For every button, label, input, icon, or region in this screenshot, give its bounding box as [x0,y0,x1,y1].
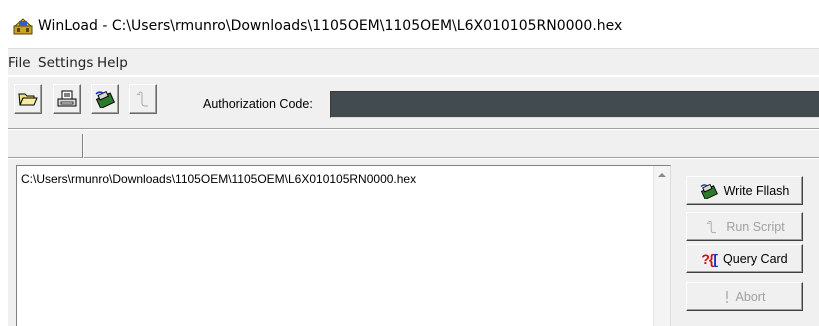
open-folder-icon [18,93,38,106]
query-card-button[interactable]: ?{[ Query Card [686,244,803,273]
open-button[interactable] [14,84,42,114]
arrow-up-icon [658,172,666,177]
tab-strip [8,130,819,158]
run-script-button[interactable] [129,84,157,114]
authorization-code-label: Authorization Code: [203,97,313,111]
winload-app-icon [13,18,33,35]
menu-settings[interactable]: Settings [38,55,93,71]
toolbar: Authorization Code: [8,76,819,129]
menu-bar: File Settings Help [8,48,819,75]
abort-button[interactable]: Abort [686,282,803,311]
log-line: C:\Users\rmunro\Downloads\1105OEM\1105OE… [21,172,417,186]
query-card-icon: ?{[ [701,250,718,267]
write-flash-button[interactable] [91,84,119,114]
write-flash-action-button[interactable]: Write Fllash [686,176,803,205]
abort-icon [725,290,728,303]
log-scrollbar[interactable] [653,166,670,326]
print-button[interactable] [53,84,81,114]
authorization-code-field[interactable] [330,91,819,118]
write-flash-icon [95,90,115,108]
log-output[interactable]: C:\Users\rmunro\Downloads\1105OEM\1105OE… [16,165,671,326]
tab-divider [82,134,84,158]
menu-help[interactable]: Help [97,55,128,71]
write-flash-label: Write Fllash [723,183,790,198]
abort-label: Abort [735,289,766,304]
run-script-icon [136,91,148,107]
scroll-up-arrow[interactable] [654,166,670,183]
query-card-label: Query Card [723,251,788,266]
write-flash-icon [700,183,718,199]
title-bar: WinLoad - C:\Users\rmunro\Downloads\1105… [0,0,819,48]
run-script-action-button[interactable]: Run Script [686,212,803,241]
window-title: WinLoad - C:\Users\rmunro\Downloads\1105… [38,18,623,34]
run-script-label: Run Script [726,219,785,234]
print-icon [57,90,77,107]
menu-file[interactable]: File [8,55,31,71]
run-script-icon [707,220,717,233]
